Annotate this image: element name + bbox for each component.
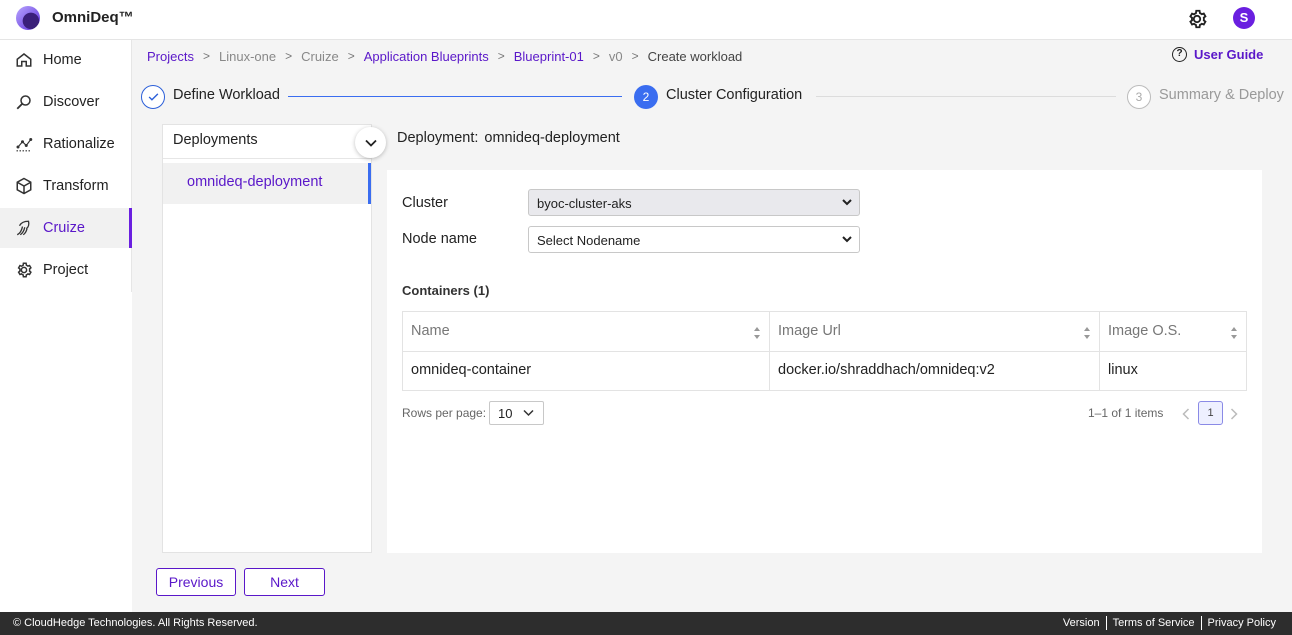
column-header-label: Image O.S. [1108, 323, 1182, 339]
column-header-label: Name [411, 323, 450, 339]
top-header: OmniDeq™ S [0, 0, 1292, 40]
footer-link-privacy[interactable]: Privacy Policy [1202, 617, 1276, 630]
step-connector-completed [288, 96, 622, 97]
deployment-title-value: omnideq-deployment [484, 130, 620, 146]
table-cell-image-os: linux [1108, 362, 1138, 378]
items-count: 1–1 of 1 items [1088, 406, 1164, 420]
rows-per-page-select[interactable]: 10 [489, 401, 544, 425]
deployment-title: Deployment: omnideq-deployment [397, 130, 620, 146]
breadcrumb-create-workload: Create workload [647, 48, 743, 64]
chevron-down-icon [364, 139, 377, 147]
breadcrumb-blueprint-01[interactable]: Blueprint-01 [514, 49, 584, 64]
sidebar-item-label: Rationalize [43, 136, 115, 152]
user-guide-label: User Guide [1194, 47, 1264, 62]
chevron-left-icon[interactable] [1182, 408, 1190, 420]
sort-icon[interactable] [1230, 326, 1238, 340]
sidebar-item-discover[interactable]: Discover [0, 82, 132, 122]
user-guide-link[interactable]: ? User Guide [1172, 47, 1263, 62]
containers-title: Containers (1) [402, 283, 490, 298]
chevron-right-icon: > [202, 49, 210, 63]
footer: © CloudHedge Technologies. All Rights Re… [0, 612, 1292, 635]
footer-copyright: © CloudHedge Technologies. All Rights Re… [13, 617, 258, 629]
node-name-select[interactable]: Select Nodename [528, 226, 860, 253]
cluster-select[interactable]: byoc-cluster-aks [528, 189, 860, 216]
deployment-list-item[interactable]: omnideq-deployment [163, 163, 371, 204]
collapse-chevron-button[interactable] [355, 127, 386, 158]
settings-gear-icon[interactable] [1186, 8, 1208, 30]
cluster-select-value: byoc-cluster-aks [537, 196, 632, 211]
breadcrumb-cruize: Cruize [301, 48, 339, 64]
chevron-down-icon [523, 409, 534, 417]
step-connector-pending [816, 96, 1116, 97]
sidebar-item-home[interactable]: Home [0, 40, 132, 80]
containers-table: Name Image Url Image O.S. omnideq-contai… [402, 311, 1247, 391]
deployment-title-label: Deployment: [397, 130, 479, 146]
chevron-right-icon[interactable] [1230, 408, 1238, 420]
deployments-header: Deployments [163, 125, 371, 159]
breadcrumb-application-blueprints[interactable]: Application Blueprints [364, 49, 489, 64]
chevron-right-icon: > [347, 49, 355, 63]
home-icon [14, 50, 34, 70]
chevron-right-icon: > [631, 49, 639, 63]
sidebar-item-project[interactable]: Project [0, 250, 132, 290]
help-circle-icon: ? [1172, 47, 1187, 62]
sort-icon[interactable] [753, 326, 761, 340]
footer-links: Version Terms of Service Privacy Policy [1057, 616, 1276, 630]
table-cell-image-url: docker.io/shraddhach/omnideq:v2 [770, 352, 1100, 390]
sidebar-item-cruize[interactable]: Cruize [0, 208, 132, 248]
footer-link-version[interactable]: Version [1057, 617, 1106, 630]
step-2-number: 2 [634, 85, 658, 109]
next-button[interactable]: Next [244, 568, 325, 596]
sidebar-item-label: Transform [43, 178, 109, 194]
brand-name[interactable]: OmniDeq™ [52, 9, 134, 26]
step-define-workload: Define Workload [173, 87, 280, 103]
step-cluster-configuration: Cluster Configuration [666, 87, 803, 103]
sidebar-item-transform[interactable]: Transform [0, 166, 132, 206]
column-header-name[interactable]: Name [403, 312, 770, 352]
user-avatar[interactable]: S [1233, 7, 1255, 29]
chevron-down-icon [842, 199, 852, 206]
sidebar-item-label: Cruize [43, 220, 85, 236]
breadcrumb-version: v0 [608, 48, 623, 64]
breadcrumb: Projects > Linux-one > Cruize > Applicat… [147, 47, 742, 65]
cluster-label: Cluster [402, 195, 448, 211]
cube-icon [14, 176, 34, 196]
rationalize-icon [14, 134, 34, 154]
chevron-right-icon: > [285, 49, 293, 63]
chevron-right-icon: > [497, 49, 505, 63]
gear-icon [14, 260, 34, 280]
sidebar-item-label: Discover [43, 94, 100, 110]
discover-icon [14, 92, 34, 112]
chevron-right-icon: > [592, 49, 600, 63]
previous-button[interactable]: Previous [156, 568, 236, 596]
column-header-image-os[interactable]: Image O.S. [1100, 312, 1246, 352]
step-3-number: 3 [1127, 85, 1151, 109]
node-name-label: Node name [402, 231, 477, 247]
footer-link-terms[interactable]: Terms of Service [1107, 617, 1201, 630]
column-header-image-url[interactable]: Image Url [770, 312, 1100, 352]
step-summary-deploy: Summary & Deploy [1159, 87, 1284, 103]
page-number-button[interactable]: 1 [1198, 401, 1223, 425]
rows-per-page-value: 10 [498, 406, 513, 421]
sidebar-item-rationalize[interactable]: Rationalize [0, 124, 132, 164]
rows-per-page-label: Rows per page: [402, 406, 487, 420]
table-cell-name: omnideq-container [403, 352, 770, 390]
node-name-placeholder: Select Nodename [537, 233, 641, 248]
column-header-label: Image Url [778, 323, 841, 339]
omnideq-logo-icon[interactable] [16, 6, 40, 30]
step-1-check-icon [141, 85, 165, 109]
breadcrumb-projects[interactable]: Projects [147, 49, 194, 64]
sidebar-item-label: Home [43, 52, 82, 68]
cruize-icon [14, 218, 34, 238]
breadcrumb-linux-one: Linux-one [218, 48, 277, 64]
chevron-down-icon [842, 236, 852, 243]
sidebar-item-label: Project [43, 262, 89, 278]
sort-icon[interactable] [1083, 326, 1091, 340]
